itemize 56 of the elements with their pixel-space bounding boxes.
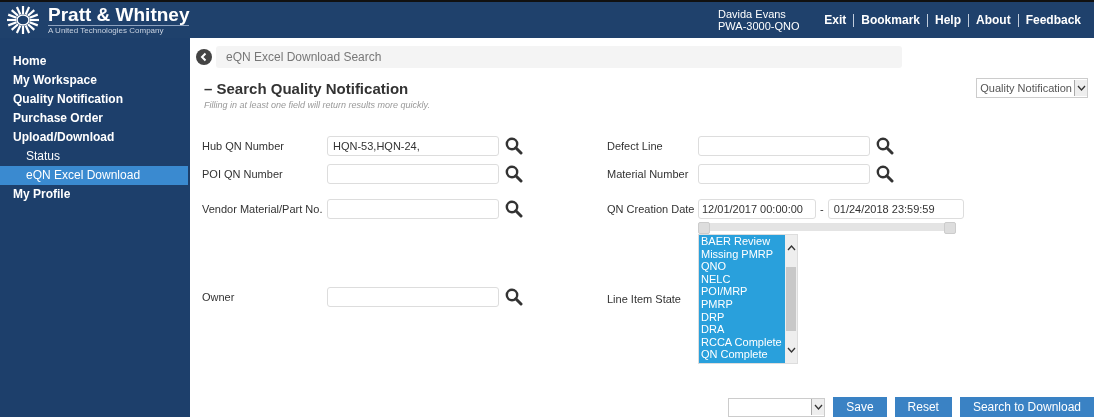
search-icon[interactable] xyxy=(505,165,523,183)
sidebar-item[interactable]: Purchase Order xyxy=(0,109,188,128)
field-label: Defect Line xyxy=(607,140,664,152)
search-icon[interactable] xyxy=(876,165,894,183)
search-icon[interactable] xyxy=(505,288,523,306)
action-button[interactable]: Save xyxy=(833,397,887,417)
field-label: Owner xyxy=(202,291,236,303)
input-field[interactable] xyxy=(327,199,499,219)
brand-name: Pratt & Whitney xyxy=(48,4,190,25)
scroll-down-icon[interactable] xyxy=(786,347,796,353)
header-link[interactable]: Feedback xyxy=(1018,13,1088,27)
back-icon[interactable] xyxy=(196,49,212,65)
header-link[interactable]: Exit xyxy=(817,13,854,27)
range-separator: - xyxy=(820,203,824,215)
action-button[interactable]: Search to Download xyxy=(959,397,1094,417)
input-field[interactable] xyxy=(698,136,870,156)
sidebar-item[interactable]: Upload/Download xyxy=(0,128,188,147)
field-label: Line Item State xyxy=(607,293,682,305)
chevron-icon xyxy=(1076,85,1086,91)
field-label: Hub QN Number xyxy=(202,140,285,152)
sidebar-item[interactable]: eQN Excel Download xyxy=(0,166,188,185)
chevron-icon xyxy=(813,404,823,410)
action-button[interactable]: Reset xyxy=(894,397,952,417)
input-field[interactable] xyxy=(327,287,499,307)
user-role: PWA-3000-QNO xyxy=(718,20,801,32)
field-label: QN Creation Date xyxy=(607,203,696,215)
field-label: Material Number xyxy=(607,168,690,180)
breadcrumb: eQN Excel Download Search xyxy=(216,46,902,68)
logo-icon xyxy=(6,5,40,35)
sidebar-item[interactable]: My Profile xyxy=(0,185,188,204)
hint-text: Filling in at least one field will return results more quickly. xyxy=(203,100,431,110)
sidebar-item[interactable]: Status xyxy=(0,147,188,166)
input-field[interactable]: HQN-53,HQN-24, xyxy=(327,136,499,156)
field-label: POI QN Number xyxy=(202,168,284,180)
input-field[interactable] xyxy=(698,164,870,184)
search-icon[interactable] xyxy=(876,137,894,155)
slider-thumb[interactable] xyxy=(698,222,710,234)
search-icon[interactable] xyxy=(505,137,523,155)
brand-tagline: A United Technologies Company xyxy=(48,24,190,36)
type-dropdown[interactable]: Quality Notification xyxy=(976,78,1088,98)
header-link[interactable]: Bookmark xyxy=(854,13,927,27)
user-name: Davida Evans xyxy=(718,8,787,20)
search-icon[interactable] xyxy=(505,200,523,218)
date-field[interactable]: 01/24/2018 23:59:59 xyxy=(827,199,964,219)
input-field[interactable] xyxy=(327,164,499,184)
date-field[interactable]: 12/01/2017 00:00:00 xyxy=(698,199,816,219)
scroll-up-icon[interactable] xyxy=(786,245,796,251)
sidebar-item[interactable]: My Workspace xyxy=(0,71,188,90)
header-link[interactable]: About xyxy=(969,13,1018,27)
sidebar-item[interactable]: Home xyxy=(0,52,188,71)
section-title[interactable]: – Search Quality Notification xyxy=(196,79,409,97)
sidebar-item[interactable]: Quality Notification xyxy=(0,90,188,109)
slider-thumb[interactable] xyxy=(944,222,956,234)
scroll-thumb[interactable] xyxy=(786,267,796,331)
header-link[interactable]: Help xyxy=(927,13,968,27)
field-label: Vendor Material/Part No. xyxy=(202,203,324,215)
